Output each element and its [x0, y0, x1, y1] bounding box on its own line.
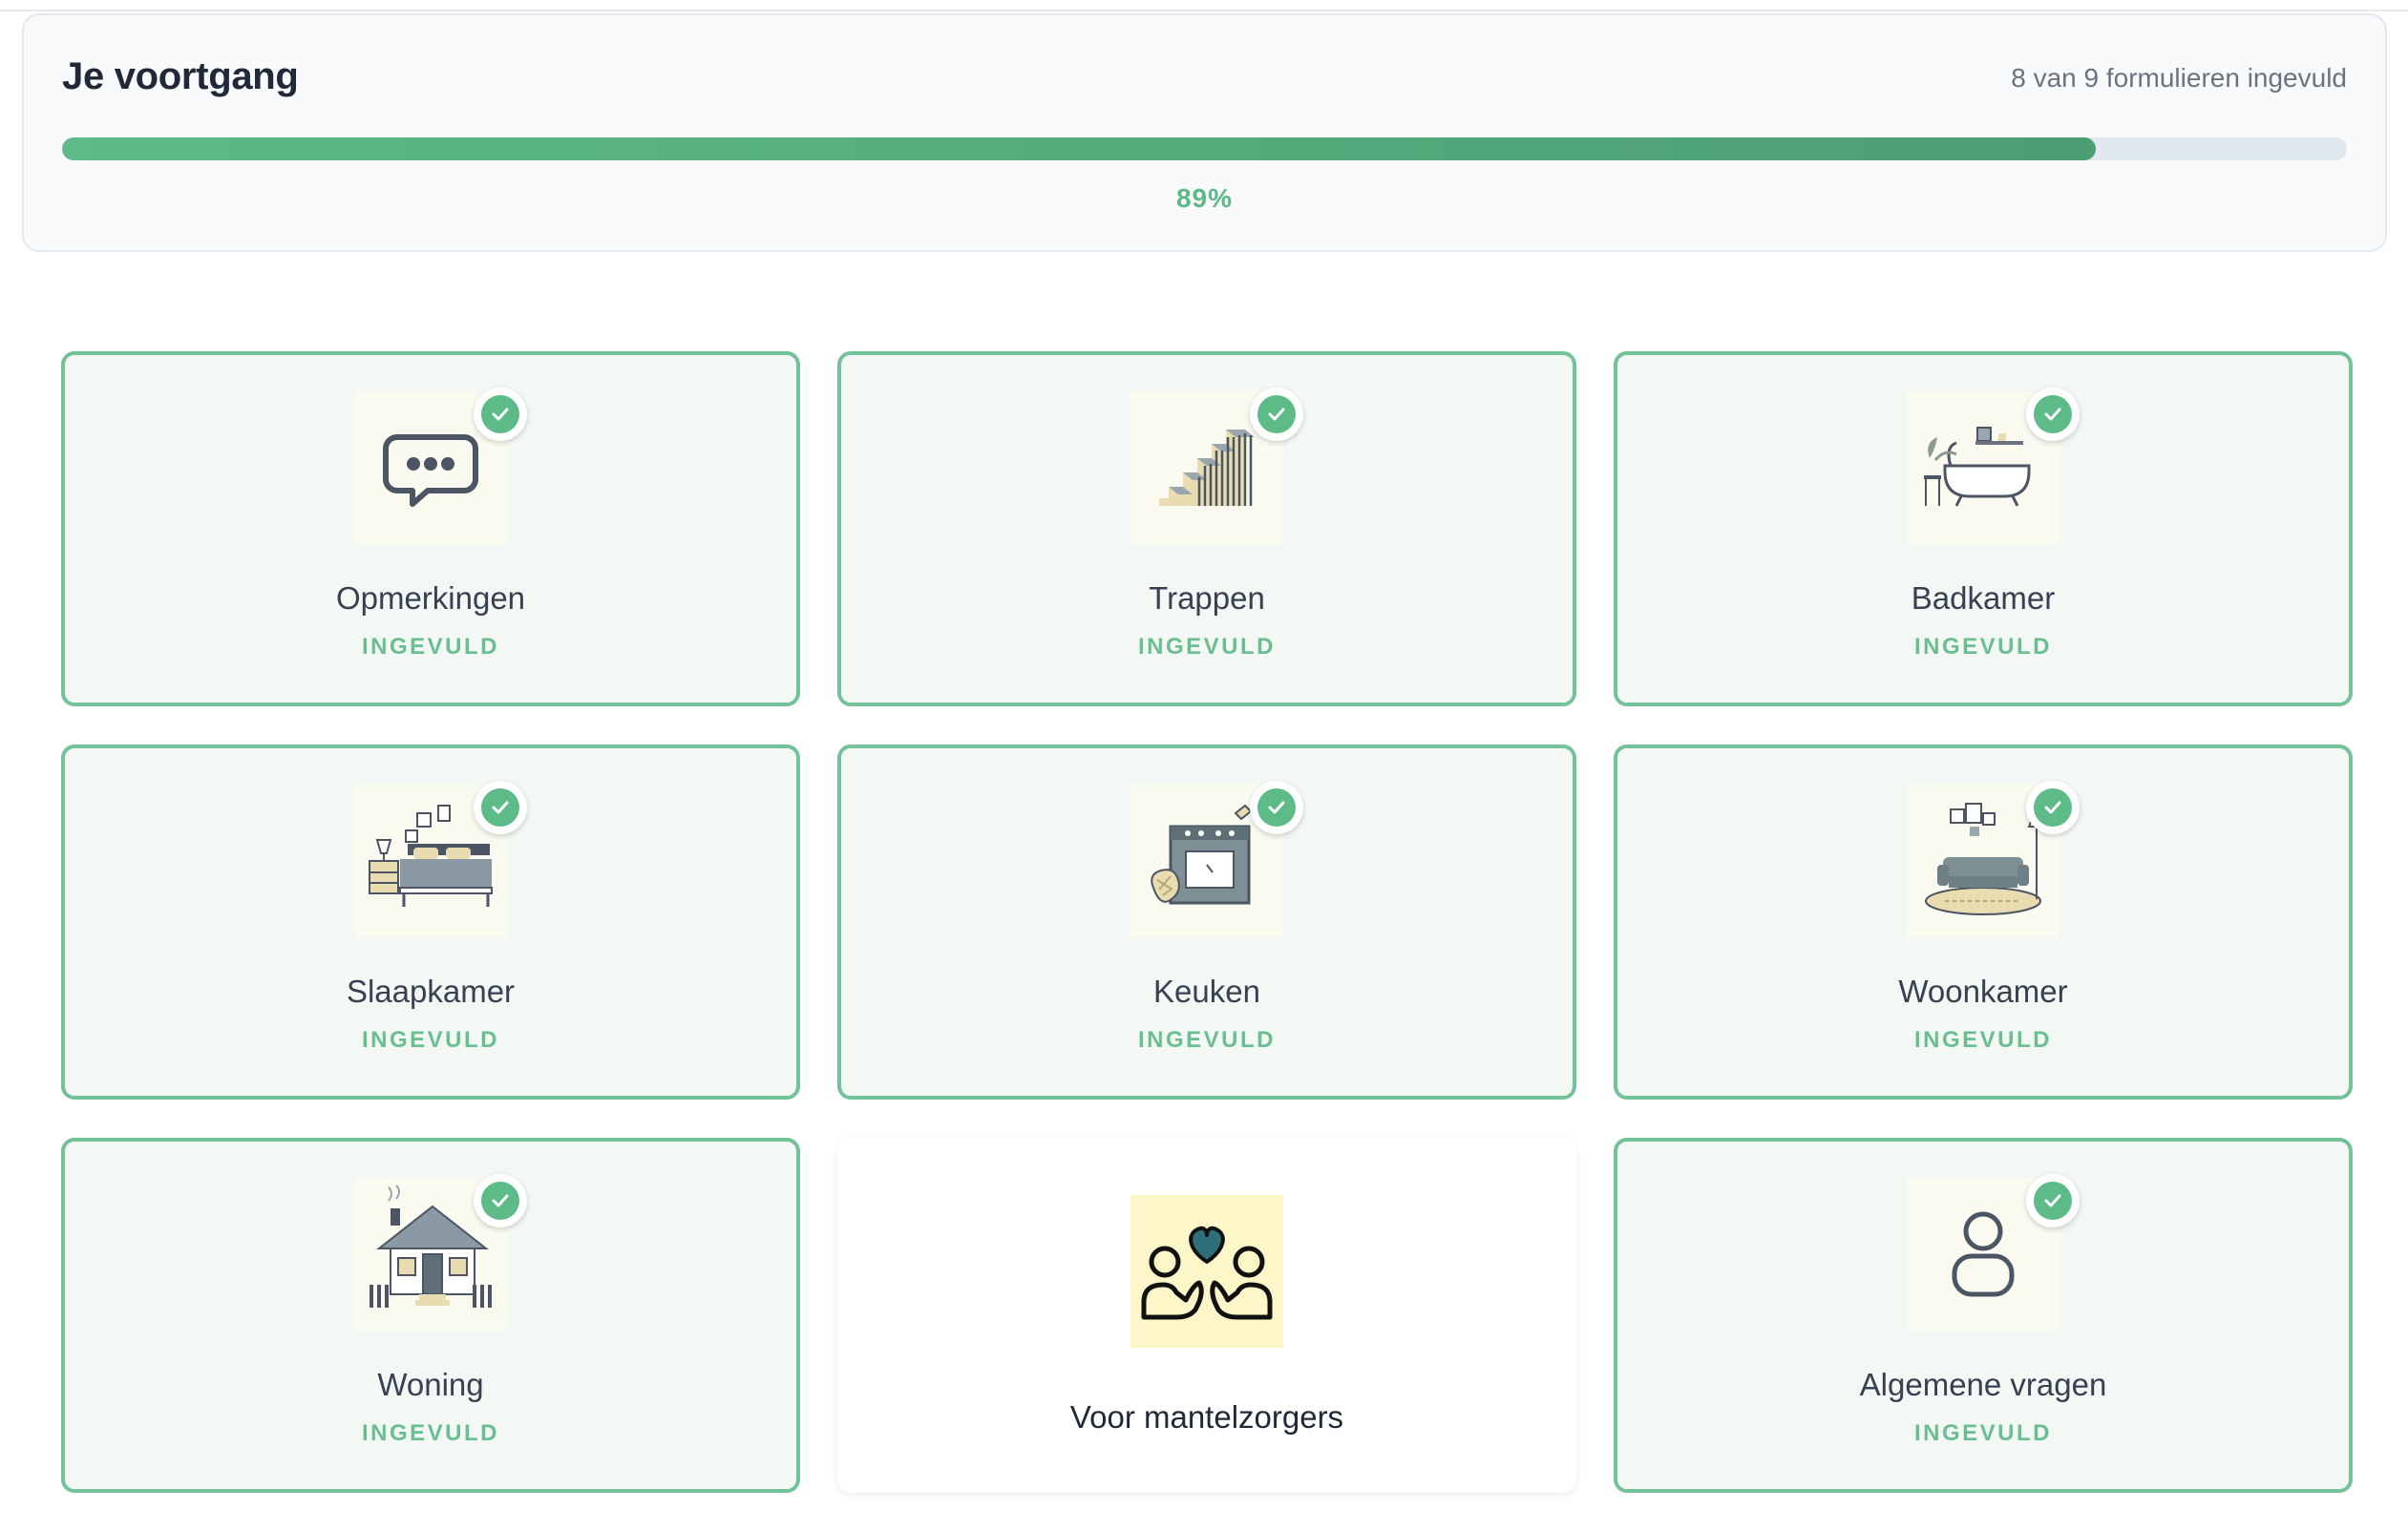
form-card-title: Badkamer — [1911, 580, 2056, 616]
top-divider — [0, 0, 2408, 11]
form-card-title: Voor mantelzorgers — [1069, 1399, 1344, 1435]
form-card-status: INGEVULD — [1913, 1420, 2052, 1446]
form-card-trappen[interactable]: Trappen INGEVULD — [837, 351, 1576, 706]
form-card-title: Slaapkamer — [346, 974, 516, 1009]
completed-check-icon — [474, 388, 527, 441]
completed-check-icon — [1250, 388, 1303, 441]
form-card-status: INGEVULD — [1913, 1027, 2052, 1053]
form-card-woning[interactable]: Woning INGEVULD — [61, 1138, 800, 1493]
form-card-status: INGEVULD — [361, 634, 499, 660]
form-card-title: Trappen — [1149, 580, 1265, 616]
completed-check-icon — [2026, 1174, 2080, 1227]
progress-title: Je voortgang — [62, 55, 299, 97]
form-card-status: INGEVULD — [1137, 1027, 1276, 1053]
form-card-title: Woonkamer — [1898, 974, 2068, 1009]
completed-check-icon — [1250, 781, 1303, 834]
form-card-status: INGEVULD — [1137, 634, 1276, 660]
form-card-title: Algemene vragen — [1859, 1367, 2107, 1402]
progress-card: Je voortgang 8 van 9 formulieren ingevul… — [22, 13, 2387, 252]
completed-check-icon — [474, 781, 527, 834]
progress-bar-track — [62, 137, 2347, 160]
form-card-badkamer[interactable]: Badkamer INGEVULD — [1614, 351, 2353, 706]
completed-check-icon — [474, 1174, 527, 1227]
progress-bar-fill — [62, 137, 2096, 160]
completed-check-icon — [2026, 781, 2080, 834]
form-card-algemene-vragen[interactable]: Algemene vragen INGEVULD — [1614, 1138, 2353, 1493]
form-card-woonkamer[interactable]: Woonkamer INGEVULD — [1614, 745, 2353, 1100]
form-card-title: Opmerkingen — [335, 580, 526, 616]
progress-count: 8 van 9 formulieren ingevuld — [2011, 63, 2347, 93]
completed-check-icon — [2026, 388, 2080, 441]
form-card-title: Woning — [377, 1367, 484, 1402]
form-card-slaapkamer[interactable]: Slaapkamer INGEVULD — [61, 745, 800, 1100]
form-card-keuken[interactable]: Keuken INGEVULD — [837, 745, 1576, 1100]
forms-grid: Opmerkingen INGEVULD Trappen INGEVULD Ba… — [61, 351, 2353, 1493]
form-card-title: Keuken — [1153, 974, 1260, 1009]
form-card-voor-mantelzorgers[interactable]: Voor mantelzorgers — [837, 1138, 1576, 1493]
form-card-status: INGEVULD — [1913, 634, 2052, 660]
progress-percent: 89% — [1175, 183, 1234, 213]
form-card-status: INGEVULD — [361, 1027, 499, 1053]
form-card-opmerkingen[interactable]: Opmerkingen INGEVULD — [61, 351, 800, 706]
caregivers-heart-icon — [1130, 1195, 1283, 1348]
form-card-status: INGEVULD — [361, 1420, 499, 1446]
